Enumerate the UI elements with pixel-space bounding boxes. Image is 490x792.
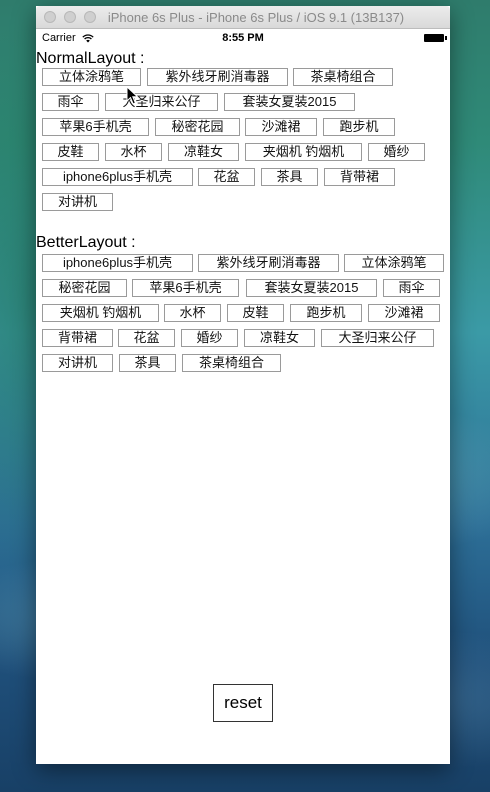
ios-status-bar: Carrier 8:55 PM	[36, 29, 450, 47]
normal-tag-19[interactable]: 背带裙	[324, 168, 395, 186]
normal-tag-11[interactable]: 皮鞋	[42, 143, 99, 161]
normal-tag-5[interactable]: 大圣归来公仔	[105, 93, 218, 111]
better-tag-7[interactable]: 雨伞	[383, 279, 440, 297]
better-tag-13[interactable]: 背带裙	[42, 329, 113, 347]
better-tag-10[interactable]: 皮鞋	[227, 304, 284, 322]
normal-tag-8[interactable]: 秘密花园	[155, 118, 240, 136]
better-tag-17[interactable]: 大圣归来公仔	[321, 329, 434, 347]
normal-layout-title: NormalLayout :	[36, 50, 145, 67]
better-tag-16[interactable]: 凉鞋女	[244, 329, 315, 347]
normal-tag-4[interactable]: 雨伞	[42, 93, 99, 111]
better-tag-3[interactable]: 立体涂鸦笔	[344, 254, 444, 272]
window-titlebar[interactable]: iPhone 6s Plus - iPhone 6s Plus / iOS 9.…	[36, 6, 450, 29]
better-tag-9[interactable]: 水杯	[164, 304, 221, 322]
normal-tag-6[interactable]: 套装女夏装2015	[224, 93, 355, 111]
normal-tag-10[interactable]: 跑步机	[323, 118, 395, 136]
better-tag-2[interactable]: 紫外线牙刷消毒器	[198, 254, 339, 272]
mouse-cursor-icon	[126, 86, 139, 105]
normal-tag-16[interactable]: iphone6plus手机壳	[42, 168, 193, 186]
better-tag-1[interactable]: iphone6plus手机壳	[42, 254, 193, 272]
normal-tag-15[interactable]: 婚纱	[368, 143, 425, 161]
normal-tag-18[interactable]: 茶具	[261, 168, 318, 186]
better-tag-11[interactable]: 跑步机	[290, 304, 362, 322]
normal-tag-12[interactable]: 水杯	[105, 143, 162, 161]
normal-tag-3[interactable]: 茶桌椅组合	[293, 68, 393, 86]
better-tag-15[interactable]: 婚纱	[181, 329, 238, 347]
better-tag-5[interactable]: 苹果6手机壳	[132, 279, 239, 297]
simulator-window: iPhone 6s Plus - iPhone 6s Plus / iOS 9.…	[36, 6, 450, 764]
window-title: iPhone 6s Plus - iPhone 6s Plus / iOS 9.…	[107, 10, 405, 25]
normal-tag-9[interactable]: 沙滩裙	[245, 118, 317, 136]
normal-tag-2[interactable]: 紫外线牙刷消毒器	[147, 68, 288, 86]
reset-button[interactable]: reset	[213, 684, 273, 722]
better-tag-18[interactable]: 对讲机	[42, 354, 113, 372]
status-time: 8:55 PM	[222, 32, 264, 44]
better-layout-title: BetterLayout :	[36, 234, 136, 251]
better-tag-19[interactable]: 茶具	[119, 354, 176, 372]
normal-tag-1[interactable]: 立体涂鸦笔	[42, 68, 141, 86]
normal-tag-17[interactable]: 花盆	[198, 168, 255, 186]
better-tag-6[interactable]: 套装女夏装2015	[246, 279, 377, 297]
normal-tag-7[interactable]: 苹果6手机壳	[42, 118, 149, 136]
better-tag-12[interactable]: 沙滩裙	[368, 304, 440, 322]
normal-tag-13[interactable]: 凉鞋女	[168, 143, 239, 161]
better-tag-14[interactable]: 花盆	[118, 329, 175, 347]
normal-tag-20[interactable]: 对讲机	[42, 193, 113, 211]
battery-icon	[424, 34, 447, 42]
better-tag-4[interactable]: 秘密花园	[42, 279, 127, 297]
better-tag-8[interactable]: 夹烟机 钓烟机	[42, 304, 159, 322]
normal-tag-14[interactable]: 夹烟机 钓烟机	[245, 143, 362, 161]
better-tag-20[interactable]: 茶桌椅组合	[182, 354, 281, 372]
